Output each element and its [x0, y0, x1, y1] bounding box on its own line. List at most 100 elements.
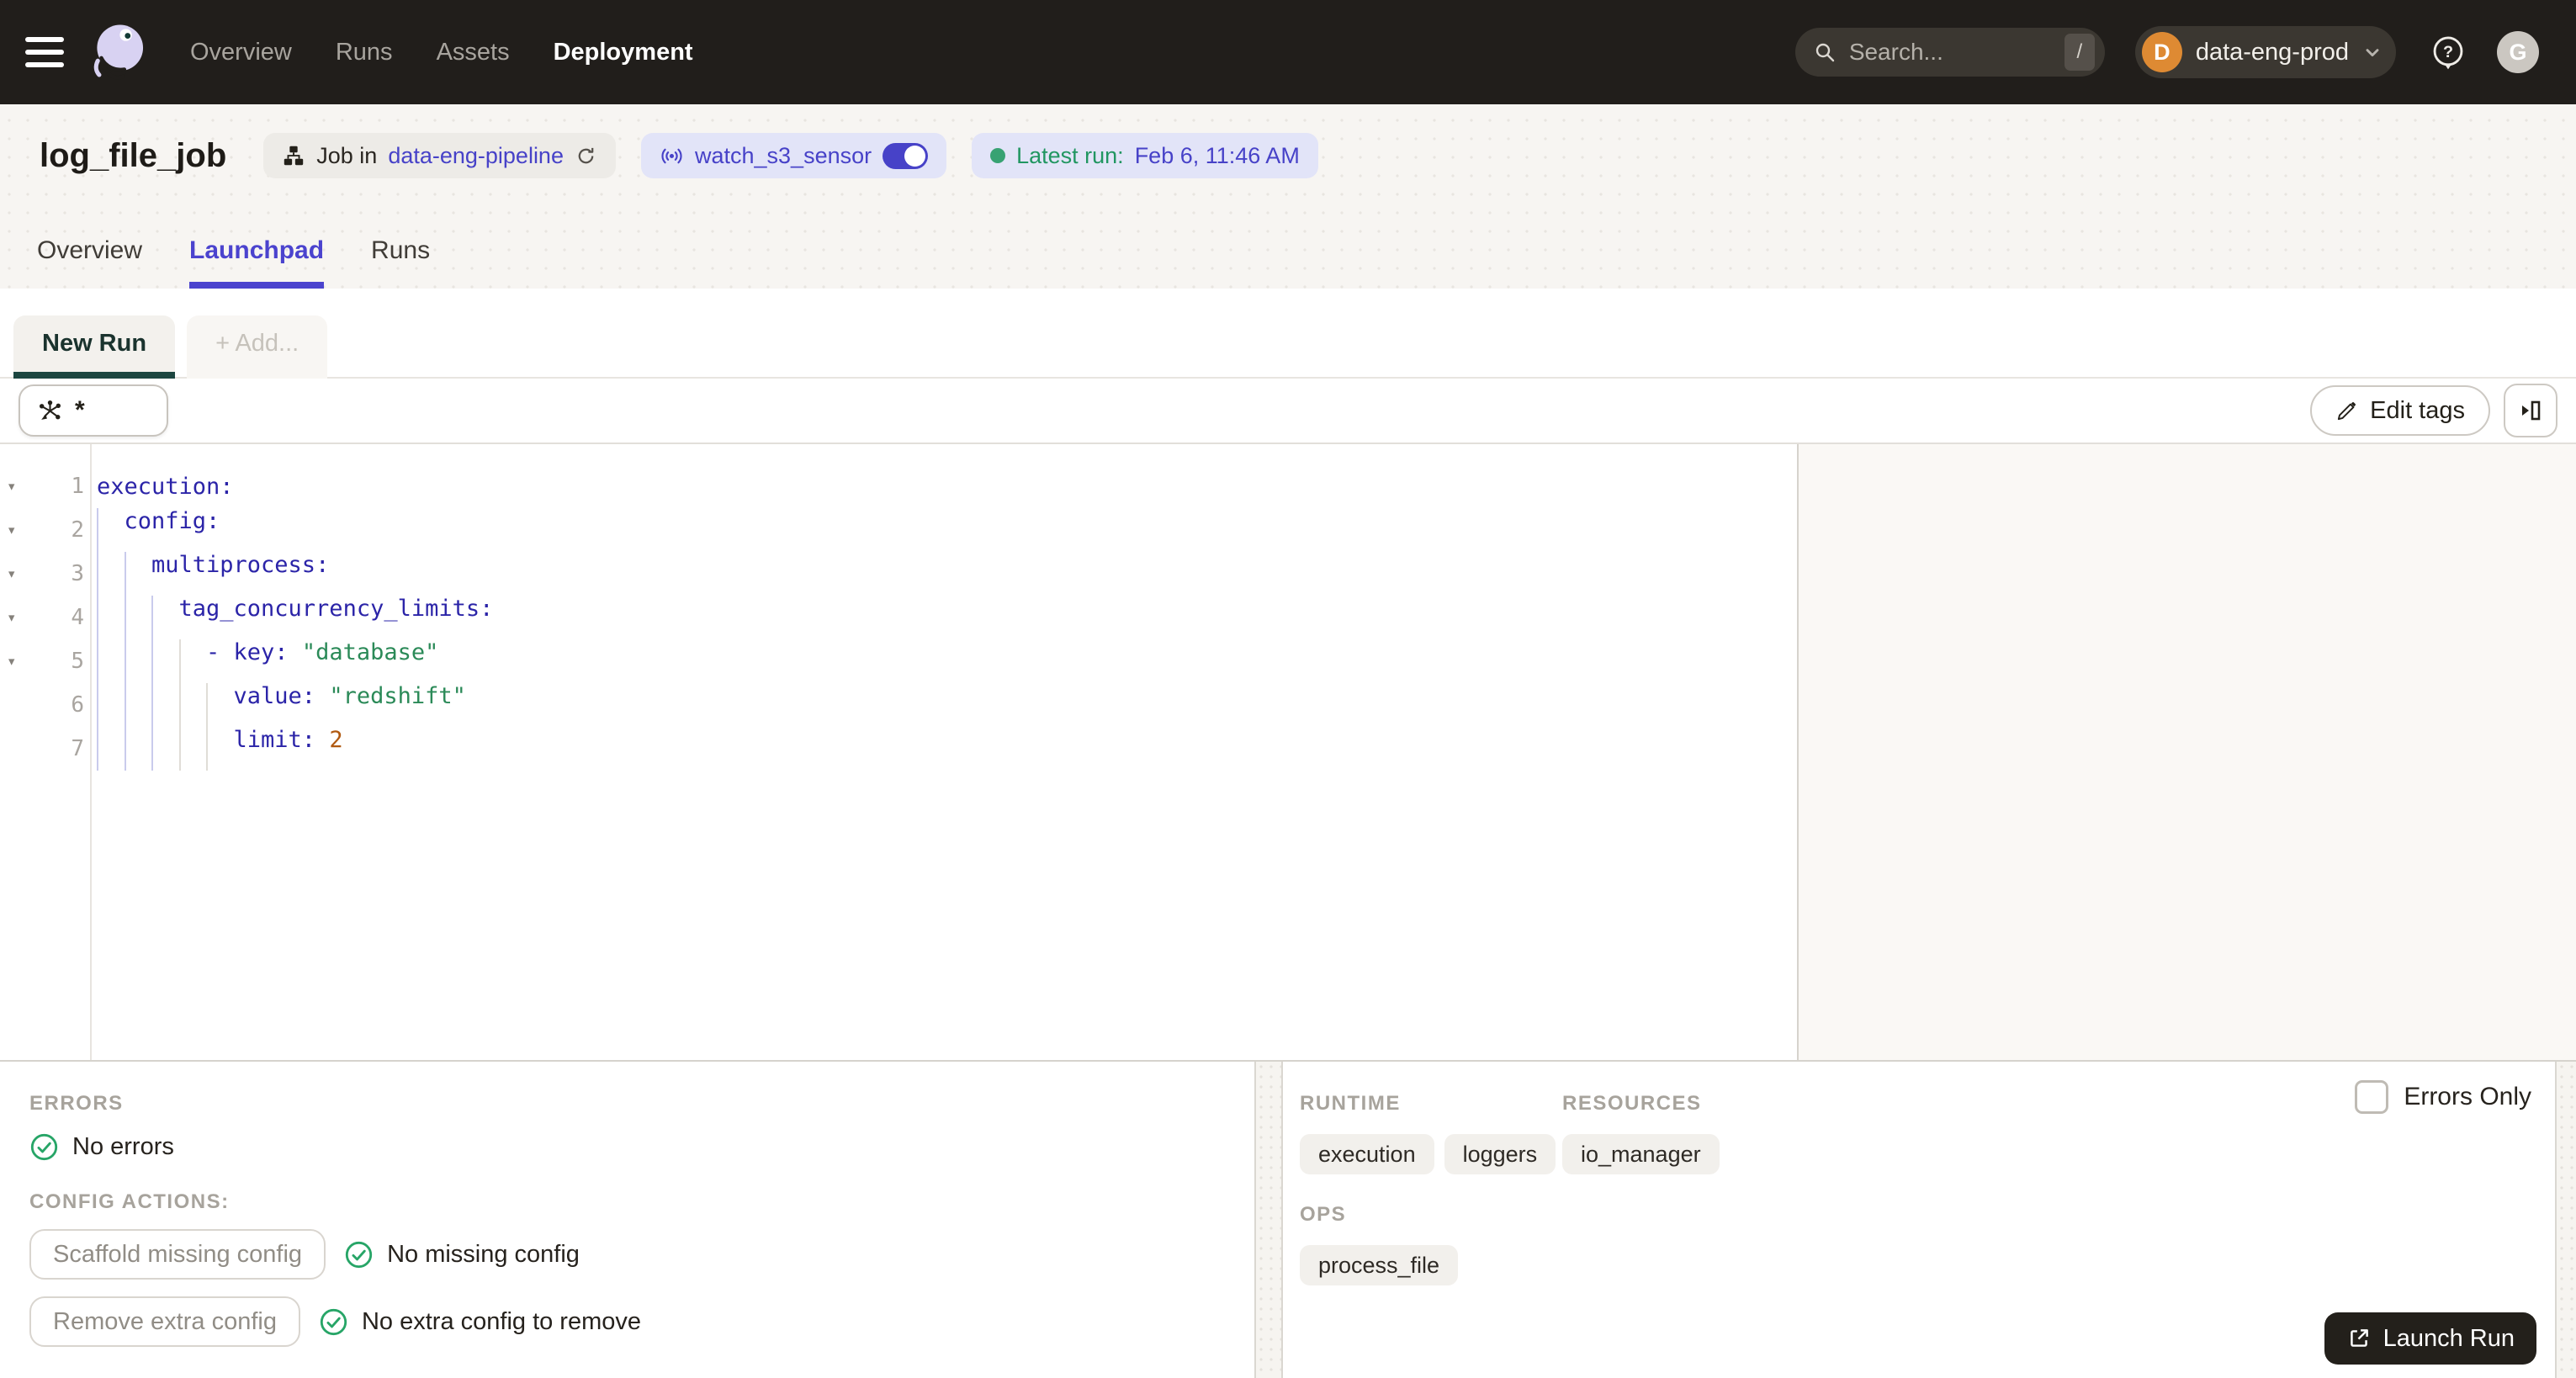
fold-arrow-icon[interactable]: ▾	[0, 521, 47, 539]
indent-guide	[97, 596, 125, 639]
line-number: 5	[71, 649, 84, 674]
indent-guide	[124, 683, 152, 727]
panel-splitter[interactable]	[1256, 1062, 1283, 1378]
launch-run-button[interactable]: Launch Run	[2324, 1312, 2536, 1365]
code-line: ▾ 2 config:	[0, 508, 1797, 552]
launch-icon	[2346, 1326, 2372, 1351]
code-text: multiprocess:	[84, 552, 329, 596]
status-text: No missing config	[387, 1240, 580, 1268]
search-field[interactable]	[1848, 39, 2053, 66]
indent-guide	[97, 727, 125, 771]
indent-guide	[206, 683, 234, 727]
tag-loggers[interactable]: loggers	[1444, 1134, 1556, 1174]
launchpad-card: New Run + Add... * Edit tags ▾ 1 executi…	[0, 289, 2576, 1378]
code-text: limit: 2	[84, 727, 343, 771]
launchpad-config-tabs: New Run + Add...	[0, 289, 2576, 379]
dagster-logo-icon[interactable]	[84, 18, 153, 87]
config-actions: Scaffold missing config No missing config…	[29, 1229, 1221, 1347]
token-pun: -	[206, 639, 234, 665]
ops-section-label: OPS	[1300, 1203, 1347, 1226]
config-tab-new-run[interactable]: New Run	[13, 315, 176, 379]
search-shortcut-key: /	[2064, 34, 2095, 71]
indent-guide	[178, 727, 207, 771]
runtime-column: RUNTIME execution loggers OPS process_fil…	[1300, 1092, 1562, 1285]
tab-runs[interactable]: Runs	[371, 236, 430, 289]
token-num: 2	[329, 727, 343, 753]
top-nav-bar: Overview Runs Assets Deployment / D data-en…	[0, 0, 2576, 104]
pencil-icon	[2335, 400, 2358, 422]
repo-link[interactable]: data-eng-pipeline	[388, 143, 564, 169]
help-icon[interactable]: ?	[2430, 34, 2467, 71]
sensor-toggle[interactable]	[883, 142, 929, 169]
dagster-app: Overview Runs Assets Deployment / D data-en…	[0, 0, 2576, 1378]
tag-process-file[interactable]: process_file	[1300, 1245, 1459, 1285]
run-status-dot	[990, 148, 1006, 163]
check-circle-icon	[29, 1132, 59, 1162]
chevron-down-icon	[2362, 42, 2383, 62]
config-actions-label: CONFIG ACTIONS:	[29, 1190, 230, 1213]
token-str: "redshift"	[329, 683, 466, 709]
tab-overview[interactable]: Overview	[37, 236, 142, 289]
line-number: 3	[71, 561, 84, 586]
check-circle-icon	[344, 1240, 374, 1269]
fold-arrow-icon[interactable]: ▾	[0, 477, 47, 496]
config-tab-add[interactable]: + Add...	[187, 315, 328, 379]
indent-guide	[97, 508, 125, 552]
panel-scroll-gutter	[2555, 1062, 2576, 1378]
config-yaml-editor[interactable]: ▾ 1 execution: ▾ 2 config: ▾ 3 multiprocess: ▾ 4 ta…	[0, 444, 1799, 1060]
no-errors-text: No errors	[72, 1133, 174, 1160]
job-location-prefix: Job in	[316, 142, 378, 168]
deployment-switcher[interactable]: D data-eng-prod	[2134, 26, 2396, 78]
job-graph-icon	[282, 144, 305, 167]
reload-icon[interactable]	[575, 145, 597, 167]
indent-guide	[151, 727, 179, 771]
code-line: ▾ 1 execution:	[0, 464, 1797, 508]
errors-only-checkbox[interactable]	[2355, 1080, 2389, 1114]
remove-extra-config-button[interactable]: Remove extra config	[29, 1296, 300, 1347]
token-key: multiprocess:	[151, 552, 330, 578]
check-circle-icon	[319, 1307, 348, 1337]
fold-arrow-icon[interactable]: ▾	[0, 652, 47, 670]
indent-guide	[124, 596, 152, 639]
job-tabs: Overview Launchpad Runs	[0, 207, 2576, 289]
line-number: 2	[71, 517, 84, 543]
config-action-row: Scaffold missing config No missing config	[29, 1229, 1221, 1280]
scaffold-missing-config-button[interactable]: Scaffold missing config	[29, 1229, 326, 1280]
tab-launchpad[interactable]: Launchpad	[189, 236, 325, 289]
sensor-link[interactable]: watch_s3_sensor	[695, 143, 872, 169]
sensor-pill: watch_s3_sensor	[640, 133, 947, 178]
latest-run-pill: Latest run: Feb 6, 11:46 AM	[972, 133, 1318, 178]
errors-only-control[interactable]: Errors Only	[2355, 1080, 2531, 1114]
op-graph-icon	[37, 398, 63, 424]
search-input[interactable]: /	[1794, 28, 2105, 77]
fold-arrow-icon[interactable]: ▾	[0, 608, 47, 627]
nav-item-deployment[interactable]: Deployment	[554, 39, 693, 66]
indent-guide	[124, 552, 152, 596]
nav-item-overview[interactable]: Overview	[190, 39, 292, 66]
op-selector-button[interactable]: *	[19, 384, 168, 437]
runtime-section-label: RUNTIME	[1300, 1092, 1401, 1115]
nav-item-assets[interactable]: Assets	[437, 39, 510, 66]
tag-execution[interactable]: execution	[1300, 1134, 1434, 1174]
primary-nav: Overview Runs Assets Deployment	[190, 39, 693, 66]
edit-tags-button[interactable]: Edit tags	[2310, 385, 2490, 436]
page-title: log_file_job	[40, 136, 227, 174]
token-key: config:	[124, 508, 220, 534]
nav-item-runs[interactable]: Runs	[336, 39, 393, 66]
resources-column: RESOURCES io_manager	[1562, 1092, 1720, 1174]
launchpad-toolbar: * Edit tags	[0, 379, 2576, 444]
indent-guide	[178, 683, 207, 727]
expand-panel-button[interactable]	[2504, 384, 2557, 437]
bottom-panels: ERRORS No errors CONFIG ACTIONS: Scaffol…	[0, 1060, 2576, 1378]
config-sections-panel: RUNTIME execution loggers OPS process_fil…	[1283, 1062, 2555, 1378]
indent-guide	[97, 639, 125, 683]
search-icon	[1812, 40, 1837, 65]
line-number: 7	[71, 736, 84, 761]
latest-run-link[interactable]: Feb 6, 11:46 AM	[1135, 143, 1300, 169]
code-line: 6 value: "redshift"	[0, 683, 1797, 727]
fold-arrow-icon[interactable]: ▾	[0, 564, 47, 583]
tag-io-manager[interactable]: io_manager	[1562, 1134, 1720, 1174]
user-avatar[interactable]: G	[2497, 31, 2539, 73]
menu-icon[interactable]	[25, 37, 64, 67]
code-line: ▾ 5- key: "database"	[0, 639, 1797, 683]
